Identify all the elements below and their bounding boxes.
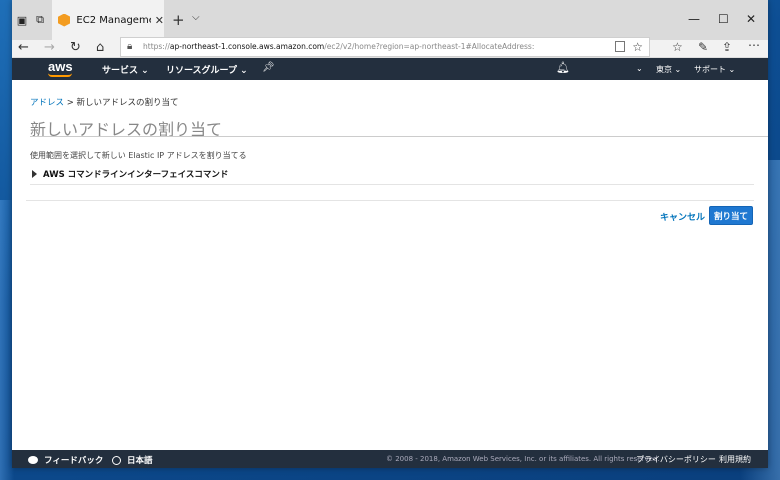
aws-smile-icon: [48, 73, 72, 77]
terms-link[interactable]: 利用規約: [719, 454, 751, 465]
close-window-icon[interactable]: ✕: [746, 12, 756, 26]
speech-bubble-icon: [28, 456, 38, 464]
support-menu[interactable]: サポート ⌄: [694, 64, 735, 75]
home-icon[interactable]: ⌂: [96, 40, 104, 55]
tab-bar: ▣ ⧉ EC2 Management Cons ✕ + ⌵ — ☐ ✕: [12, 0, 768, 40]
more-icon[interactable]: ⋯: [748, 38, 760, 52]
close-tab-icon[interactable]: ✕: [155, 14, 164, 27]
aws-logo[interactable]: aws: [48, 59, 73, 74]
tab-manager-icon[interactable]: ▣: [12, 10, 32, 30]
globe-icon: [112, 455, 121, 465]
address-bar[interactable]: 🔒︎ https://ap-northeast-1.console.aws.am…: [120, 37, 650, 57]
region-menu[interactable]: 東京 ⌄: [656, 64, 681, 75]
tab-title: EC2 Management Cons: [76, 14, 150, 26]
expand-triangle-icon: [32, 170, 37, 178]
breadcrumb: アドレス > 新しいアドレスの割り当て: [30, 98, 179, 108]
language-selector[interactable]: 日本語: [112, 454, 153, 466]
section-divider: [30, 184, 754, 185]
actions-divider: [26, 200, 754, 201]
cli-command-expander[interactable]: AWS コマンドラインインターフェイスコマンド: [32, 168, 228, 180]
url-text: https://ap-northeast-1.console.aws.amazo…: [143, 42, 535, 51]
services-menu[interactable]: サービス ⌄: [102, 63, 149, 76]
cancel-button[interactable]: キャンセル: [660, 210, 705, 223]
feedback-link[interactable]: フィードバック: [28, 454, 103, 466]
allocate-button[interactable]: 割り当て: [709, 206, 753, 225]
page-description: 使用範囲を選択して新しい Elastic IP アドレスを割り当てる: [30, 151, 247, 160]
breadcrumb-addresses-link[interactable]: アドレス: [30, 98, 64, 108]
favorites-icon[interactable]: ☆: [672, 40, 683, 54]
privacy-policy-link[interactable]: プライバシーポリシー: [636, 454, 716, 465]
set-aside-tabs-icon[interactable]: ⧉: [30, 10, 50, 30]
pen-icon[interactable]: ✎: [698, 40, 708, 54]
main-content: アドレス > 新しいアドレスの割り当て 新しいアドレスの割り当て 使用範囲を選択…: [12, 80, 768, 450]
title-divider: [30, 136, 768, 137]
back-icon[interactable]: ←: [18, 40, 29, 55]
aws-footer: フィードバック 日本語 © 2008 - 2018, Amazon Web Se…: [12, 450, 768, 468]
aws-header: aws サービス ⌄ リソースグループ ⌄ 📌︎ 🔔︎ ⌄ 東京 ⌄ サポート …: [12, 58, 768, 80]
share-icon[interactable]: ⇪: [722, 40, 732, 54]
lock-icon: 🔒︎: [127, 41, 133, 52]
maximize-icon[interactable]: ☐: [718, 12, 729, 26]
account-menu-chevron-icon[interactable]: ⌄: [636, 64, 643, 73]
refresh-icon[interactable]: ↻: [70, 40, 81, 55]
reading-view-icon[interactable]: [615, 41, 625, 52]
tab-preview-chevron-icon[interactable]: ⌵: [192, 12, 200, 23]
forward-icon[interactable]: →: [44, 40, 55, 55]
aws-favicon-icon: [58, 13, 71, 27]
minimize-icon[interactable]: —: [688, 12, 700, 26]
breadcrumb-current: 新しいアドレスの割り当て: [76, 98, 179, 108]
bell-icon[interactable]: 🔔︎: [556, 61, 570, 74]
navigation-bar: ← → ↻ ⌂ 🔒︎ https://ap-northeast-1.consol…: [12, 37, 768, 58]
copyright-text: © 2008 - 2018, Amazon Web Services, Inc.…: [386, 455, 660, 463]
new-tab-icon[interactable]: +: [172, 11, 185, 29]
browser-window: ▣ ⧉ EC2 Management Cons ✕ + ⌵ — ☐ ✕ ← → …: [12, 0, 768, 468]
favorite-star-icon[interactable]: ☆: [632, 40, 643, 54]
pin-icon[interactable]: 📌︎: [262, 62, 275, 73]
tab-ec2[interactable]: EC2 Management Cons ✕: [52, 0, 164, 40]
resource-groups-menu[interactable]: リソースグループ ⌄: [166, 63, 248, 76]
